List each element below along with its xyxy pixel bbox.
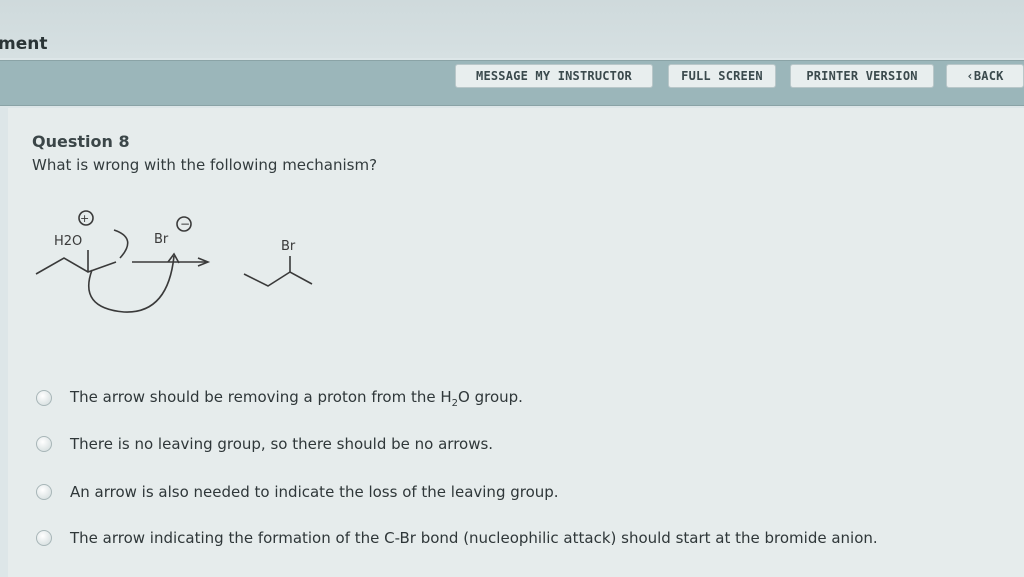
answer-option-2[interactable]: There is no leaving group, so there shou… (36, 432, 493, 456)
answer-option-3[interactable]: An arrow is also needed to indicate the … (36, 480, 559, 504)
full-screen-button[interactable]: FULL SCREEN (668, 64, 776, 88)
back-arrow-icon: ‹ (966, 69, 974, 83)
product-skeleton (243, 271, 313, 287)
answer-option-4[interactable]: The arrow indicating the formation of th… (36, 526, 878, 550)
product-substituent-label: Br (281, 239, 296, 254)
reactant-leaving-group-label: H2O (54, 234, 82, 249)
answer-option-1[interactable]: The arrow should be removing a proton fr… (36, 386, 523, 410)
radio-button-3[interactable] (36, 484, 52, 500)
top-header: ment (0, 0, 1024, 58)
question-text: What is wrong with the following mechani… (32, 156, 378, 174)
curved-arrow-top (113, 229, 129, 259)
positive-charge-icon: + (80, 212, 89, 225)
curved-arrow-attack (87, 255, 175, 313)
answer-option-2-label: There is no leaving group, so there shou… (70, 435, 494, 453)
question-number: Question 8 (32, 132, 130, 151)
message-instructor-button[interactable]: MESSAGE MY INSTRUCTOR (455, 64, 653, 88)
nucleophile-label: Br (154, 232, 169, 247)
answer-option-1-label: The arrow should be removing a proton fr… (70, 387, 523, 409)
reactant-skeleton (35, 257, 117, 275)
radio-button-2[interactable] (36, 436, 52, 452)
radio-button-1[interactable] (36, 390, 52, 406)
answer-option-3-label: An arrow is also needed to indicate the … (70, 483, 559, 501)
radio-button-4[interactable] (36, 530, 52, 546)
assignment-title: ment (0, 34, 48, 54)
reaction-mechanism-diagram: + − H2O Br Br (35, 210, 313, 313)
printer-version-button[interactable]: PRINTER VERSION (790, 64, 934, 88)
question-panel (8, 108, 1024, 577)
back-label: BACK (973, 69, 1004, 83)
back-button[interactable]: ‹BACK (946, 64, 1024, 88)
negative-charge-icon: − (180, 217, 190, 231)
answer-option-4-label: The arrow indicating the formation of th… (70, 529, 878, 547)
